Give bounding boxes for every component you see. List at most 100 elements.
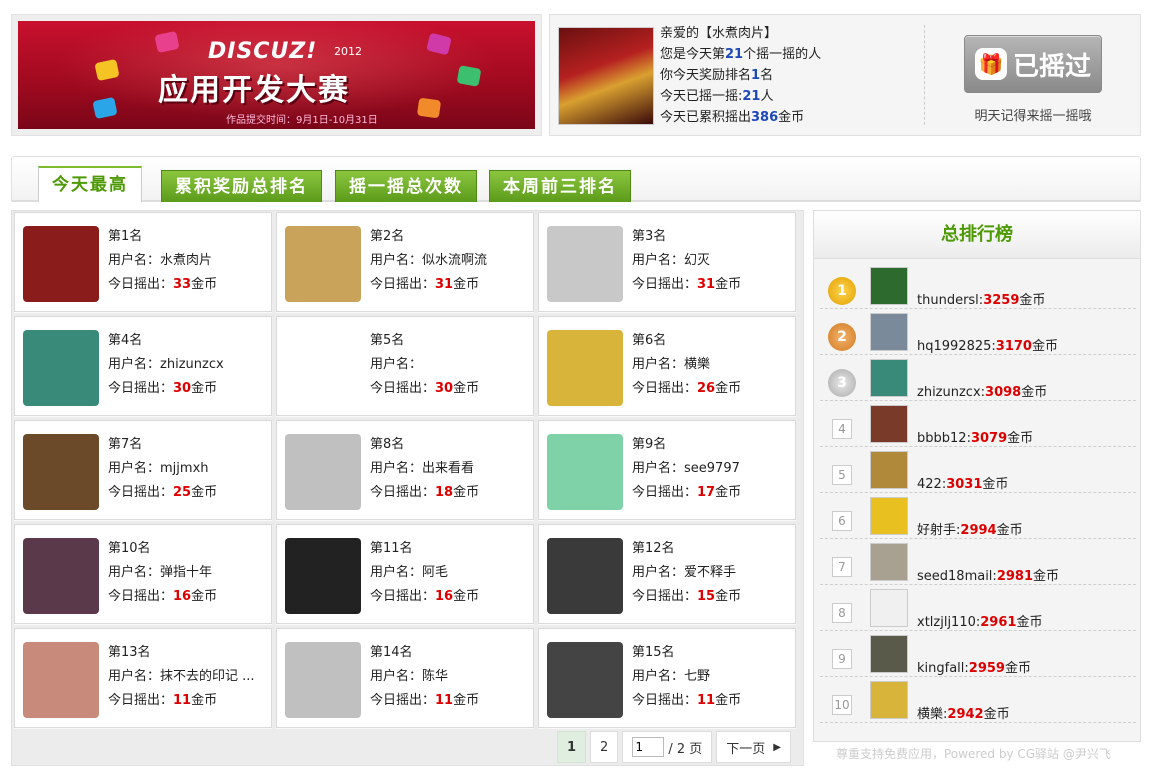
rank-card-text: 第13名 用户名：抹不去的印记 ... 今日摇出：11金币: [108, 641, 255, 713]
username[interactable]: zhizunzcx: [160, 357, 224, 372]
user-avatar[interactable]: [285, 434, 361, 510]
coin-count: 17: [697, 485, 716, 500]
username[interactable]: 抹不去的印记 ...: [160, 669, 255, 684]
greeting-line: 亲爱的【水煮肉片】: [660, 26, 778, 41]
username-line: 用户名：水煮肉片: [108, 253, 213, 268]
shaken-button[interactable]: 🎁 已摇过: [964, 35, 1102, 93]
leader-avatar[interactable]: [870, 267, 908, 305]
user-stats: 亲爱的【水煮肉片】 您是今天第21个摇一摇的人 你今天奖励排名1名 今天已摇一摇…: [660, 23, 821, 128]
username[interactable]: 弹指十年: [160, 565, 212, 580]
coin-count: 11: [435, 693, 454, 708]
leaderboard-row: 5 422:3031金币: [820, 447, 1136, 493]
leader-name[interactable]: kingfall: [917, 661, 964, 676]
leader-avatar[interactable]: [870, 681, 908, 719]
leader-name[interactable]: 好射手: [917, 523, 956, 538]
leader-name[interactable]: xtlzjlj110: [917, 615, 976, 630]
leader-info: hq1992825:3170金币: [917, 339, 1058, 354]
rank-card-text: 第15名 用户名：七野 今日摇出：11金币: [632, 641, 741, 713]
user-avatar[interactable]: [547, 434, 623, 510]
leader-name[interactable]: seed18mail: [917, 569, 992, 584]
tab-total-shakes[interactable]: 摇一摇总次数: [335, 170, 477, 202]
username[interactable]: 陈华: [422, 669, 448, 684]
leader-avatar[interactable]: [870, 359, 908, 397]
user-avatar[interactable]: [285, 538, 361, 614]
leader-info: kingfall:2959金币: [917, 661, 1031, 676]
leader-avatar[interactable]: [870, 635, 908, 673]
leader-name[interactable]: bbbb12: [917, 431, 967, 446]
banner-subtitle: 作品提交时间：9月1日-10月31日: [226, 115, 378, 126]
next-page-button[interactable]: 下一页 ▶: [716, 731, 791, 763]
coins-line: 今日摇出：11金币: [632, 693, 742, 708]
username[interactable]: 似水流啊流: [422, 253, 487, 268]
rank-card-text: 第2名 用户名：似水流啊流 今日摇出：31金币: [370, 225, 487, 297]
leader-avatar[interactable]: [870, 451, 908, 489]
leader-coins: 3170: [995, 339, 1032, 354]
user-avatar[interactable]: [285, 642, 361, 718]
username[interactable]: see9797: [684, 461, 740, 476]
leader-coins: 2994: [960, 523, 997, 538]
rank-card: 第12名 用户名：爱不释手 今日摇出：15金币: [538, 524, 796, 624]
user-avatar[interactable]: [23, 434, 99, 510]
leader-avatar[interactable]: [870, 543, 908, 581]
rank-card-text: 第12名 用户名：爱不释手 今日摇出：15金币: [632, 537, 741, 609]
username[interactable]: 七野: [684, 669, 710, 684]
rank-card-text: 第4名 用户名：zhizunzcx 今日摇出：30金币: [108, 329, 224, 401]
leader-name[interactable]: zhizunzcx: [917, 385, 981, 400]
user-avatar[interactable]: [23, 330, 99, 406]
rank-label: 第14名: [370, 645, 413, 660]
leader-avatar[interactable]: [870, 497, 908, 535]
contest-banner[interactable]: DISCUZ! 2012 应用开发大赛 作品提交时间：9月1日-10月31日: [18, 21, 535, 129]
tab-week-top3[interactable]: 本周前三排名: [489, 170, 631, 202]
username[interactable]: 爱不释手: [684, 565, 736, 580]
tab-today-top[interactable]: 今天最高: [38, 166, 142, 203]
coins-line: 今日摇出：18金币: [370, 485, 480, 500]
rank-card: 第15名 用户名：七野 今日摇出：11金币: [538, 628, 796, 728]
username[interactable]: 水煮肉片: [160, 253, 212, 268]
user-avatar[interactable]: [23, 642, 99, 718]
leader-name[interactable]: thundersl: [917, 293, 979, 308]
username[interactable]: 阿毛: [422, 565, 448, 580]
chevron-right-icon: ▶: [773, 741, 781, 753]
user-avatar[interactable]: [547, 538, 623, 614]
user-avatar[interactable]: [547, 226, 623, 302]
page-1-button[interactable]: 1: [557, 731, 587, 763]
next-page-label: 下一页: [726, 741, 766, 757]
username-line: 用户名：阿毛: [370, 565, 449, 580]
contest-banner-box: DISCUZ! 2012 应用开发大赛 作品提交时间：9月1日-10月31日: [11, 14, 542, 136]
leader-avatar[interactable]: [870, 313, 908, 351]
user-avatar[interactable]: [547, 330, 623, 406]
username-line: 用户名：弹指十年: [108, 565, 213, 580]
username[interactable]: 横樂: [684, 357, 710, 372]
user-avatar[interactable]: [285, 226, 361, 302]
coin-count: 30: [173, 381, 192, 396]
leader-name[interactable]: 横樂: [917, 707, 943, 722]
username[interactable]: mjjmxh: [160, 461, 208, 476]
leaderboard-row: 3 zhizunzcx:3098金币: [820, 355, 1136, 401]
page-2-button[interactable]: 2: [590, 731, 619, 763]
leader-coins: 3031: [946, 477, 983, 492]
leader-name[interactable]: hq1992825: [917, 339, 991, 354]
leader-avatar[interactable]: [870, 405, 908, 443]
username[interactable]: 幻灭: [684, 253, 710, 268]
user-avatar[interactable]: [285, 330, 361, 406]
user-avatar[interactable]: [23, 226, 99, 302]
username-line: 用户名：mjjmxh: [108, 461, 209, 476]
user-avatar[interactable]: [547, 642, 623, 718]
username[interactable]: 出来看看: [422, 461, 474, 476]
leader-coins: 2981: [996, 569, 1033, 584]
user-avatar[interactable]: [23, 538, 99, 614]
leader-coins: 2959: [968, 661, 1005, 676]
leader-info: bbbb12:3079金币: [917, 431, 1034, 446]
coins-line: 今日摇出：30金币: [108, 381, 218, 396]
rank-number: 8: [832, 603, 852, 623]
tab-cumulative-reward[interactable]: 累积奖励总排名: [161, 170, 322, 202]
leaderboard-row: 7 seed18mail:2981金币: [820, 539, 1136, 585]
rank-number: 7: [832, 557, 852, 577]
leader-name[interactable]: 422: [917, 477, 942, 492]
leader-avatar[interactable]: [870, 589, 908, 627]
username-line: 用户名：陈华: [370, 669, 449, 684]
rank-label: 第11名: [370, 541, 413, 556]
page-jump-input[interactable]: [632, 737, 665, 757]
leader-coins: 2942: [947, 707, 984, 722]
rank-card: 第1名 用户名：水煮肉片 今日摇出：33金币: [14, 212, 272, 312]
